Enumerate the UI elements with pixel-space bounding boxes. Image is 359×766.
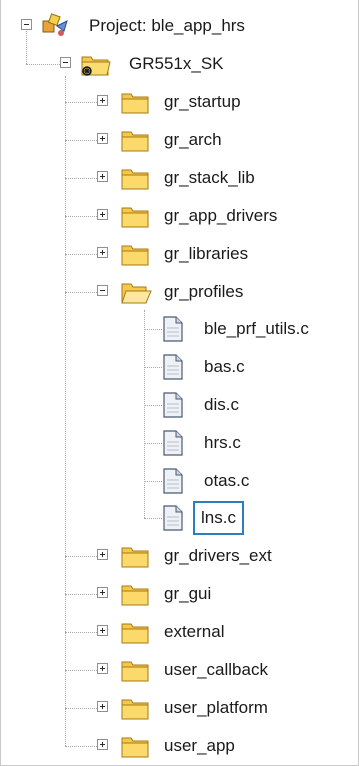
group-label: user_callback <box>164 660 268 679</box>
expand-toggle-icon[interactable] <box>97 171 108 182</box>
expand-toggle-icon[interactable] <box>97 625 108 636</box>
tree-row-group[interactable]: gr_stack_lib <box>1 159 359 197</box>
tree-row-file[interactable]: dis.c <box>1 386 359 424</box>
tree-row-file-selected[interactable]: lns.c <box>1 499 359 537</box>
group-label: gr_startup <box>164 92 241 111</box>
folder-icon <box>121 131 149 152</box>
group-label: user_platform <box>164 698 268 717</box>
project-label: Project: ble_app_hrs <box>89 16 245 35</box>
project-tree[interactable]: Project: ble_app_hrs GR551x_SK gr_startu… <box>0 0 359 766</box>
folder-icon <box>121 699 149 720</box>
expand-toggle-icon[interactable] <box>97 549 108 560</box>
expand-toggle-icon[interactable] <box>97 209 108 220</box>
group-label: gr_gui <box>164 584 212 603</box>
group-label: gr_arch <box>164 130 222 149</box>
file-label: bas.c <box>204 357 245 376</box>
group-label: external <box>164 622 225 641</box>
group-label: gr_profiles <box>164 282 244 301</box>
folder-icon <box>121 547 149 568</box>
folder-icon <box>121 169 149 190</box>
target-label: GR551x_SK <box>129 54 224 73</box>
file-label-selected[interactable]: lns.c <box>193 501 244 535</box>
group-label: user_app <box>164 736 235 755</box>
tree-row-group[interactable]: gr_gui <box>1 575 359 613</box>
expand-toggle-icon[interactable] <box>97 247 108 258</box>
folder-icon <box>121 207 149 228</box>
tree-row-group[interactable]: gr_libraries <box>1 235 359 273</box>
tree-row-project[interactable]: Project: ble_app_hrs <box>1 7 359 45</box>
tree-row-file[interactable]: bas.c <box>1 348 359 386</box>
project-icon <box>42 13 68 36</box>
file-icon <box>163 392 183 418</box>
target-folder-icon <box>81 56 111 76</box>
tree-row-group[interactable]: gr_startup <box>1 83 359 121</box>
file-icon <box>163 354 183 380</box>
group-label: gr_drivers_ext <box>164 546 272 565</box>
collapse-toggle-icon[interactable] <box>21 19 32 30</box>
folder-icon <box>121 93 149 114</box>
tree-row-target[interactable]: GR551x_SK <box>1 45 359 83</box>
tree-row-file[interactable]: ble_prf_utils.c <box>1 310 359 348</box>
tree-row-group[interactable]: gr_app_drivers <box>1 197 359 235</box>
folder-icon <box>121 661 149 682</box>
file-label: hrs.c <box>204 433 241 452</box>
tree-row-file[interactable]: hrs.c <box>1 424 359 462</box>
group-label: gr_app_drivers <box>164 206 278 225</box>
group-label: gr_libraries <box>164 244 249 263</box>
expand-toggle-icon[interactable] <box>97 587 108 598</box>
tree-row-group[interactable]: user_platform <box>1 689 359 727</box>
expand-toggle-icon[interactable] <box>97 133 108 144</box>
expand-toggle-icon[interactable] <box>97 663 108 674</box>
tree-row-group[interactable]: user_callback <box>1 651 359 689</box>
expand-toggle-icon[interactable] <box>97 739 108 750</box>
collapse-toggle-icon[interactable] <box>60 57 71 68</box>
file-label: dis.c <box>204 395 239 414</box>
folder-icon <box>121 623 149 644</box>
file-label: ble_prf_utils.c <box>204 319 309 338</box>
expand-toggle-icon[interactable] <box>97 95 108 106</box>
tree-row-file[interactable]: otas.c <box>1 462 359 500</box>
tree-row-group[interactable]: gr_arch <box>1 121 359 159</box>
folder-icon <box>121 245 149 266</box>
folder-icon <box>121 585 149 606</box>
collapse-toggle-icon[interactable] <box>97 285 108 296</box>
file-icon <box>163 430 183 456</box>
folder-icon <box>121 737 149 758</box>
file-icon <box>163 505 183 531</box>
expand-toggle-icon[interactable] <box>97 701 108 712</box>
group-label: gr_stack_lib <box>164 168 255 187</box>
tree-row-group[interactable]: gr_drivers_ext <box>1 537 359 575</box>
tree-row-group[interactable]: external <box>1 613 359 651</box>
tree-row-group[interactable]: user_app <box>1 727 359 765</box>
file-icon <box>163 316 183 342</box>
file-icon <box>163 468 183 494</box>
open-folder-icon <box>121 283 152 304</box>
tree-row-group-open[interactable]: gr_profiles <box>1 273 359 311</box>
file-label: otas.c <box>204 471 250 490</box>
